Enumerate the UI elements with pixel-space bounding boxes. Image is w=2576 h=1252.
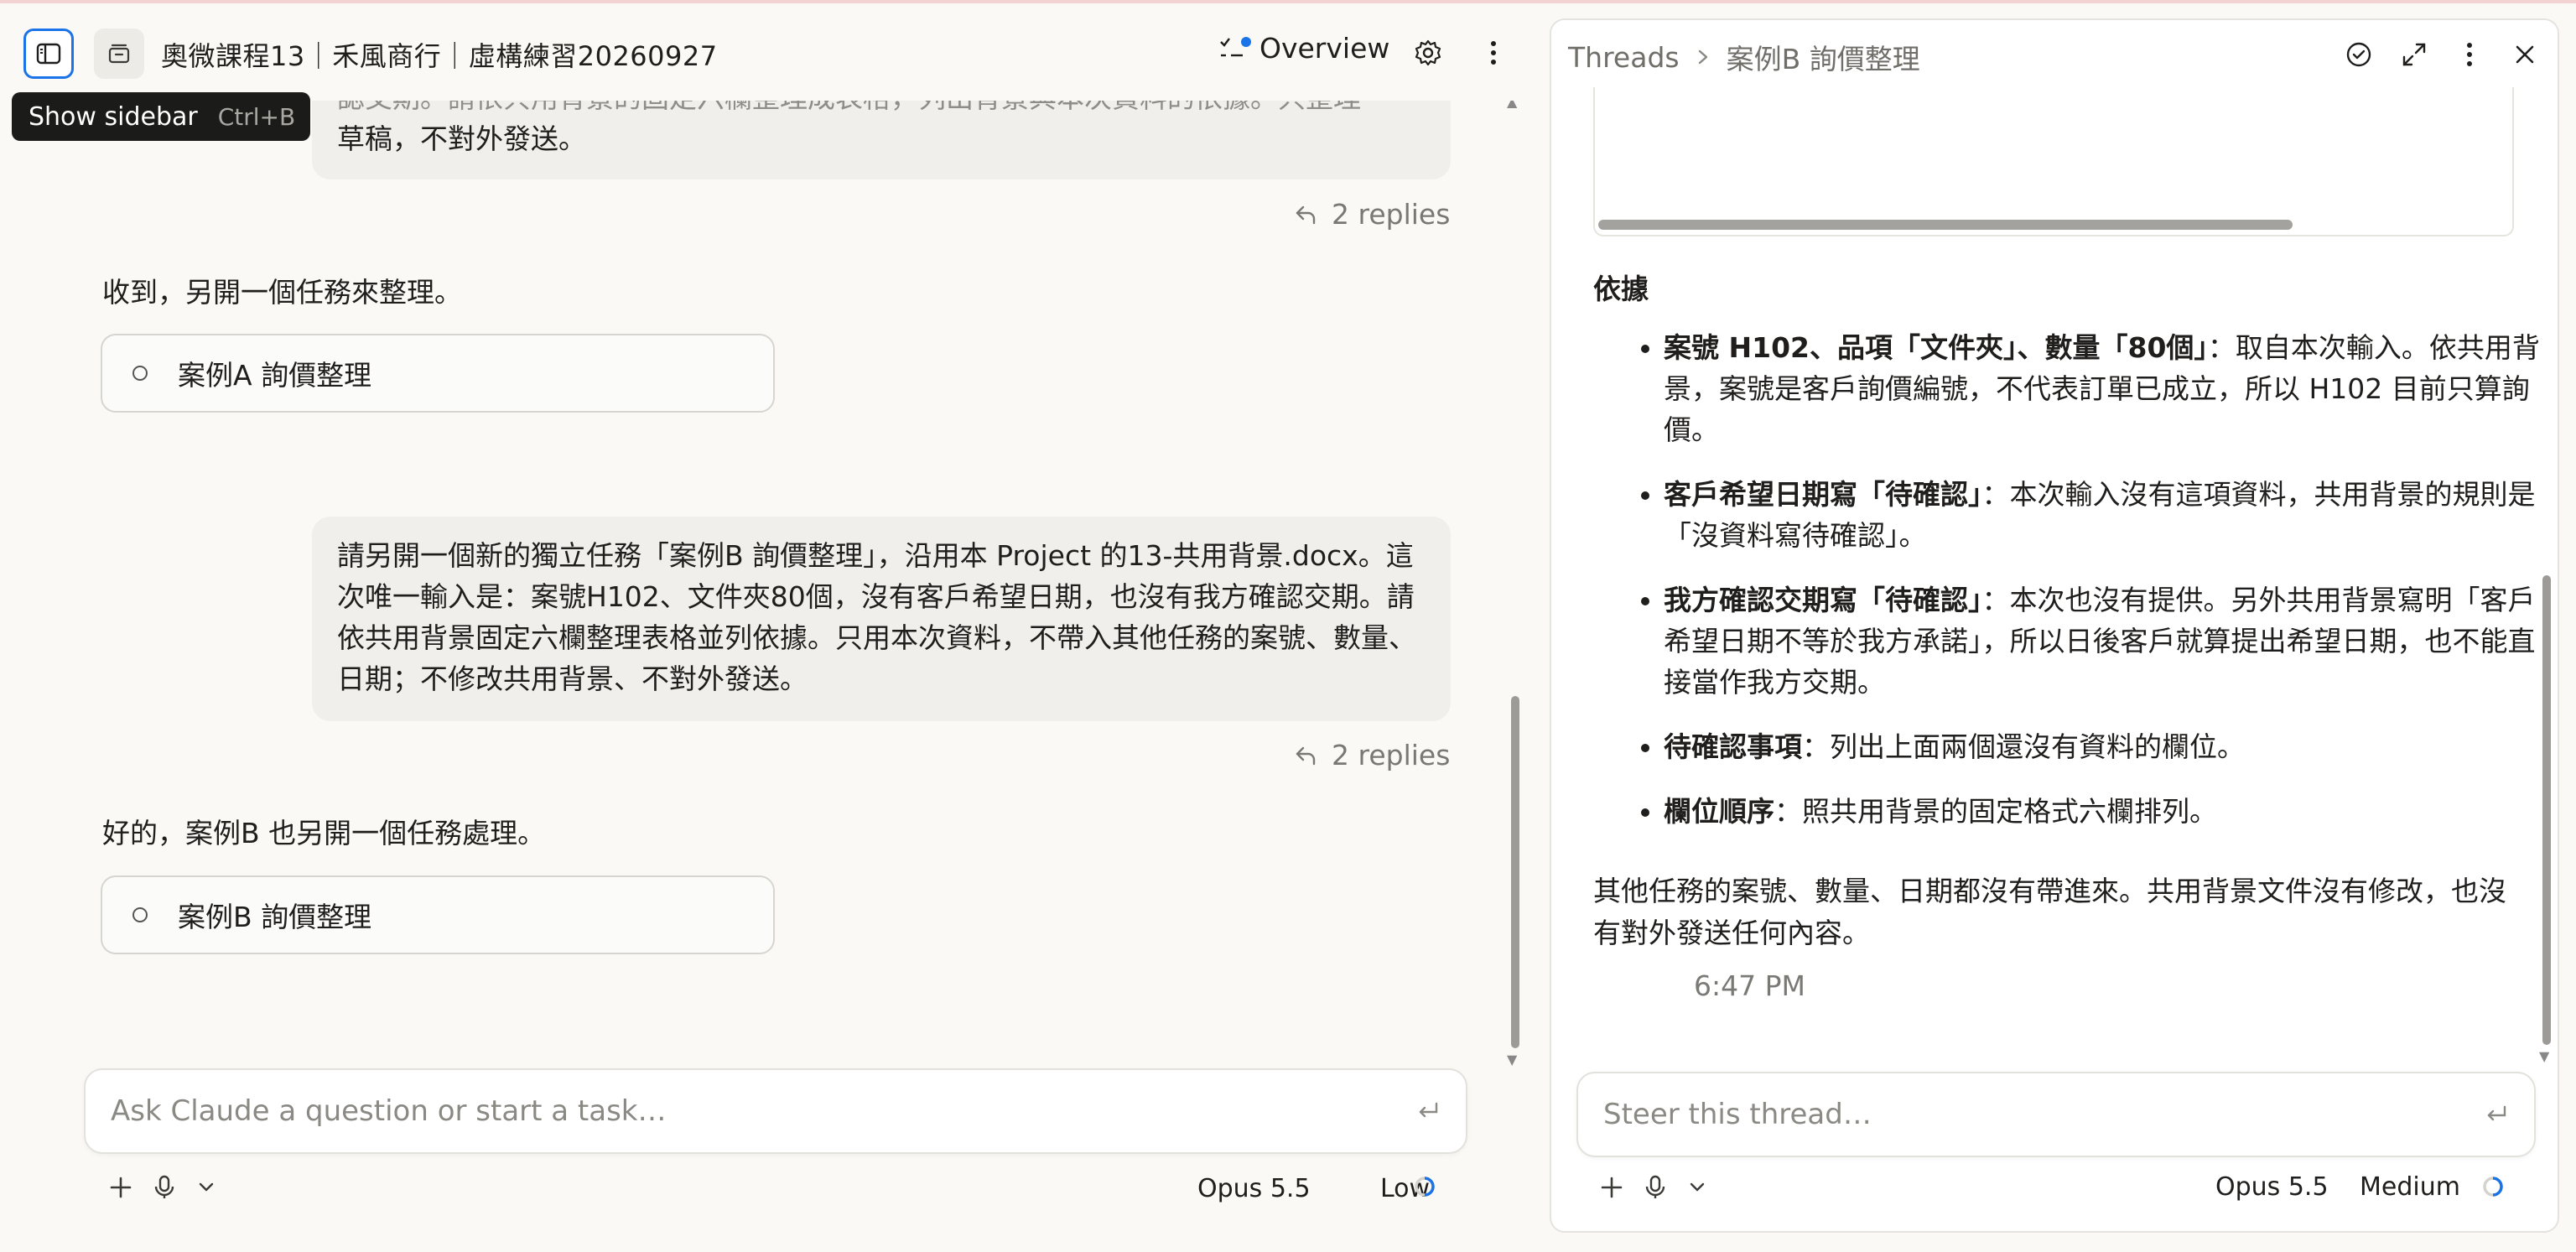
loading-spinner-icon — [2483, 1177, 2503, 1197]
user-message: 請另開一個新的獨立任務「案例B 詢價整理」，沿用本 Project 的13-共用… — [312, 517, 1451, 721]
list-item-title: 案號 H102、品項「文件夾」、數量「80個」 — [1664, 331, 2208, 364]
main-chat-panel: 奧微課程13｜禾風商行｜虛構練習20260927 Overview Show s… — [0, 3, 1548, 1252]
task-chip-label: 案例B 詢價整理 — [178, 901, 372, 933]
chevron-down-icon[interactable] — [1685, 1176, 1709, 1199]
list-item: 案號 H102、品項「文件夾」、數量「80個」：取自本次輸入。依共用背景，案號是… — [1664, 327, 2553, 450]
microphone-icon[interactable] — [1642, 1174, 1669, 1201]
closing-paragraph: 其他任務的案號、數量、日期都沒有帶進來。共用背景文件沒有修改，也沒有對外發送任何… — [1593, 875, 2506, 949]
task-chip-label: 案例A 詢價整理 — [178, 359, 372, 392]
composer-toolbar — [107, 1174, 218, 1201]
thread-input-placeholder: Steer this thread… — [1603, 1098, 1872, 1131]
breadcrumb-root[interactable]: Threads — [1568, 41, 1680, 74]
tooltip-shortcut: Ctrl+B — [217, 102, 296, 131]
enter-icon[interactable] — [1415, 1099, 1441, 1124]
toggle-sidebar-button[interactable] — [23, 29, 74, 79]
microphone-icon[interactable] — [151, 1174, 178, 1201]
loading-spinner-icon — [1415, 1177, 1435, 1197]
project-title[interactable]: 奧微課程13｜禾風商行｜虛構練習20260927 — [161, 35, 718, 74]
user-message-line: 草稿，不對外發送。 — [337, 122, 586, 155]
check-circle-icon[interactable] — [2345, 40, 2373, 69]
table-horizontal-scrollbar[interactable] — [1598, 220, 2293, 230]
overview-button[interactable]: Overview — [1218, 32, 1389, 65]
thread-header: Threads 案例B 詢價整理 — [1551, 20, 2558, 87]
list-item-text: ：列出上面兩個還沒有資料的欄位。 — [1802, 730, 2245, 763]
basis-heading: 依據 — [1593, 273, 1649, 305]
sidebar-tooltip: Show sidebar Ctrl+B — [12, 92, 310, 141]
sidebar-icon — [36, 43, 61, 65]
expand-icon[interactable] — [2400, 40, 2428, 69]
chat-header: 奧微課程13｜禾風商行｜虛構練習20260927 Overview — [0, 3, 1548, 101]
gear-icon[interactable] — [1414, 39, 1442, 67]
list-item: 我方確認交期寫「待確認」：本次也沒有提供。另外共用背景寫明「客戶希望日期不等於我… — [1664, 579, 2553, 703]
effort-selector[interactable]: Medium — [2360, 1172, 2460, 1202]
chat-scrollbar[interactable] — [1511, 696, 1519, 1048]
session-button[interactable] — [94, 29, 144, 79]
archive-icon — [108, 44, 130, 64]
close-icon[interactable] — [2511, 40, 2539, 69]
model-selector[interactable]: Opus 5.5 — [2215, 1172, 2329, 1202]
list-item: 待確認事項：列出上面兩個還沒有資料的欄位。 — [1664, 726, 2553, 767]
chevron-right-icon — [1698, 49, 1707, 65]
list-item-title: 待確認事項 — [1664, 730, 1802, 763]
task-chip[interactable]: 案例B 詢價整理 — [101, 875, 775, 954]
task-status-icon — [132, 366, 148, 381]
assistant-message: 好的，案例B 也另開一個任務處理。 — [102, 817, 546, 849]
thread-panel: Threads 案例B 詢價整理 依據 案號 H102、品項「文件夾」 — [1550, 18, 2559, 1233]
thread-input[interactable]: Steer this thread… — [1576, 1072, 2536, 1157]
tooltip-label: Show sidebar — [29, 101, 198, 132]
breadcrumb: Threads 案例B 詢價整理 — [1568, 37, 1920, 77]
list-item: 欄位順序：照共用背景的固定格式六欄排列。 — [1664, 791, 2553, 832]
more-options-icon[interactable] — [2455, 40, 2484, 69]
reply-arrow-icon — [1296, 746, 1316, 765]
enter-icon[interactable] — [2484, 1102, 2509, 1127]
reply-arrow-icon — [1296, 205, 1316, 224]
notification-dot — [1241, 36, 1251, 47]
replies-link[interactable]: 2 replies — [1293, 198, 1450, 231]
chat-input[interactable]: Ask Claude a question or start a task… — [84, 1068, 1467, 1154]
list-item-title: 我方確認交期寫「待確認」 — [1664, 584, 1982, 616]
model-selector[interactable]: Opus 5.5 — [1197, 1174, 1311, 1203]
assistant-message: 收到，另開一個任務來整理。 — [102, 276, 462, 309]
list-item: 客戶希望日期寫「待確認」：本次輸入沒有這項資料，共用背景的規則是「沒資料寫待確認… — [1664, 474, 2553, 556]
breadcrumb-current: 案例B 詢價整理 — [1726, 43, 1920, 75]
list-item-title: 客戶希望日期寫「待確認」 — [1664, 478, 1982, 511]
task-status-icon — [132, 907, 148, 922]
message-timestamp: 6:47 PM — [1694, 969, 1805, 1002]
chevron-down-icon[interactable] — [195, 1176, 218, 1199]
task-chip[interactable]: 案例A 詢價整理 — [101, 334, 775, 413]
replies-count: 2 replies — [1332, 739, 1451, 771]
thread-scrollbar[interactable] — [2542, 575, 2551, 1045]
scroll-down-arrow[interactable]: ▼ — [2539, 1048, 2549, 1064]
replies-count: 2 replies — [1332, 198, 1451, 231]
more-options-icon[interactable] — [1479, 39, 1508, 67]
scroll-down-arrow[interactable]: ▼ — [1507, 1052, 1517, 1068]
thread-composer-toolbar — [1598, 1174, 1709, 1201]
overview-label: Overview — [1259, 32, 1390, 65]
list-item-title: 欄位順序 — [1664, 795, 1774, 828]
chat-input-placeholder: Ask Claude a question or start a task… — [111, 1094, 667, 1128]
list-item-text: ：照共用背景的固定格式六欄排列。 — [1774, 795, 2217, 828]
basis-list: 案號 H102、品項「文件夾」、數量「80個」：取自本次輸入。依共用背景，案號是… — [1627, 327, 2553, 855]
plus-icon[interactable] — [1598, 1174, 1625, 1201]
plus-icon[interactable] — [107, 1174, 134, 1201]
replies-link[interactable]: 2 replies — [1293, 739, 1450, 771]
